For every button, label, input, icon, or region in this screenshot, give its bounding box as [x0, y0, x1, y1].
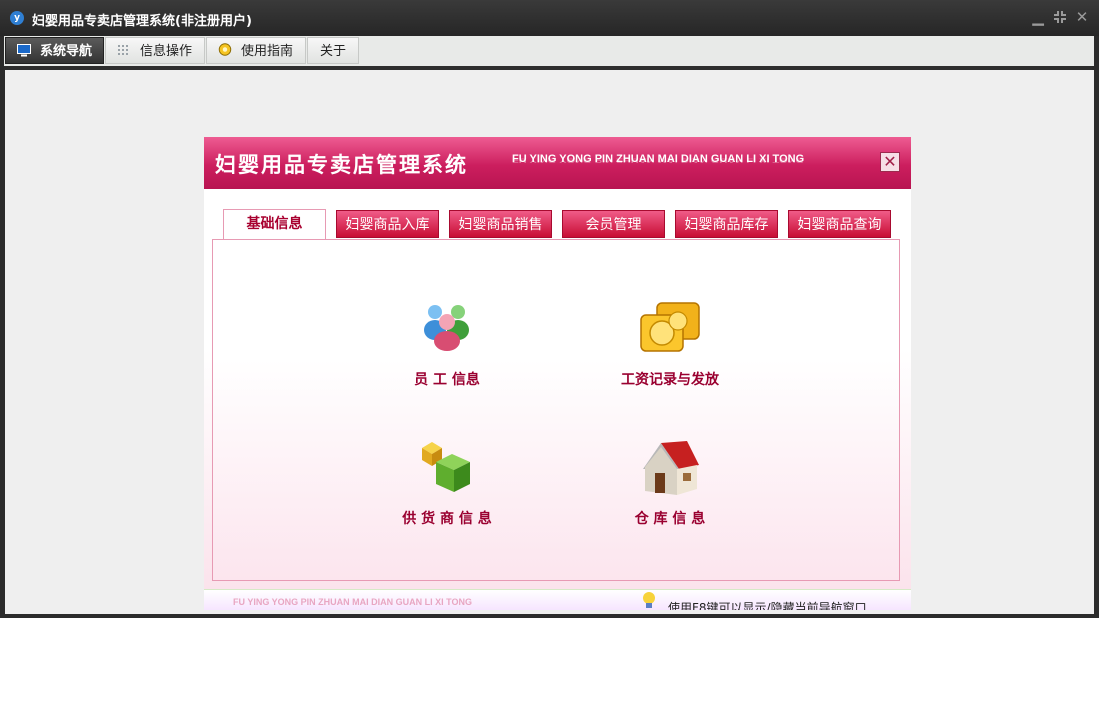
menu-tab-user-guide[interactable]: 使用指南 [206, 37, 306, 64]
close-icon[interactable]: ✕ [1074, 8, 1090, 26]
tab-basic-info[interactable]: 基础信息 [223, 209, 326, 240]
menu-tab-info-ops[interactable]: 信息操作 [105, 37, 205, 64]
footer-brand-text: FU YING YONG PIN ZHUAN MAI DIAN GUAN LI … [233, 597, 473, 607]
tab-content-basic-info [212, 239, 900, 581]
panel-subtitle-reflection: FU YING YONG PIN ZHUAN MAI DIAN GUAN LI … [512, 156, 805, 164]
title-bar[interactable]: y 妇婴用品专卖店管理系统(非注册用户) ▁ ✕ [0, 0, 1099, 36]
menu-tab-system-nav[interactable]: 系统导航 [5, 37, 104, 64]
window-title: 妇婴用品专卖店管理系统(非注册用户) [32, 14, 252, 29]
employee-info-link[interactable]: 员 工 信息 [392, 369, 502, 389]
minimize-icon[interactable]: ▁ [1030, 8, 1046, 26]
main-window: y 妇婴用品专卖店管理系统(非注册用户) ▁ ✕ 系统导航 信息操作 使用指南 … [0, 0, 1099, 618]
monitor-icon [17, 44, 31, 57]
bulb-icon [643, 592, 655, 608]
tab-goods-sales[interactable]: 妇婴商品销售 [449, 210, 552, 238]
coins-icon[interactable] [639, 301, 703, 355]
menu-tab-label: 使用指南 [241, 44, 294, 59]
footer-hint: 使用F8键可以显示/隐藏当前导航窗口 [668, 601, 867, 610]
cubes-icon[interactable] [418, 440, 476, 496]
nav-panel: 妇婴用品专卖店管理系统 FU YING YONG PIN ZHUAN MAI D… [204, 137, 911, 610]
tab-goods-stock[interactable]: 妇婴商品库存 [675, 210, 778, 238]
help-icon [218, 43, 232, 56]
panel-title: 妇婴用品专卖店管理系统 [215, 153, 468, 177]
menu-tab-label: 系统导航 [40, 44, 93, 59]
supplier-info-link[interactable]: 供 货 商 信 息 [392, 508, 502, 528]
grid-icon [118, 45, 128, 55]
menu-tab-label: 信息操作 [140, 44, 193, 59]
house-icon[interactable] [639, 439, 701, 497]
panel-header: 妇婴用品专卖店管理系统 FU YING YONG PIN ZHUAN MAI D… [204, 137, 911, 189]
panel-footer: FU YING YONG PIN ZHUAN MAI DIAN GUAN LI … [204, 589, 911, 610]
menu-tab-about[interactable]: 关于 [307, 37, 359, 64]
restore-icon[interactable] [1052, 8, 1068, 26]
users-icon[interactable] [421, 300, 473, 352]
tab-goods-inbound[interactable]: 妇婴商品入库 [336, 210, 439, 238]
panel-close-button[interactable]: ✕ [880, 152, 900, 172]
app-logo-icon: y [10, 11, 24, 25]
tab-goods-query[interactable]: 妇婴商品查询 [788, 210, 891, 238]
warehouse-info-link[interactable]: 仓 库 信 息 [610, 508, 730, 528]
tab-member-mgmt[interactable]: 会员管理 [562, 210, 665, 238]
menu-tab-label: 关于 [320, 44, 347, 59]
salary-records-link[interactable]: 工资记录与发放 [610, 369, 730, 389]
